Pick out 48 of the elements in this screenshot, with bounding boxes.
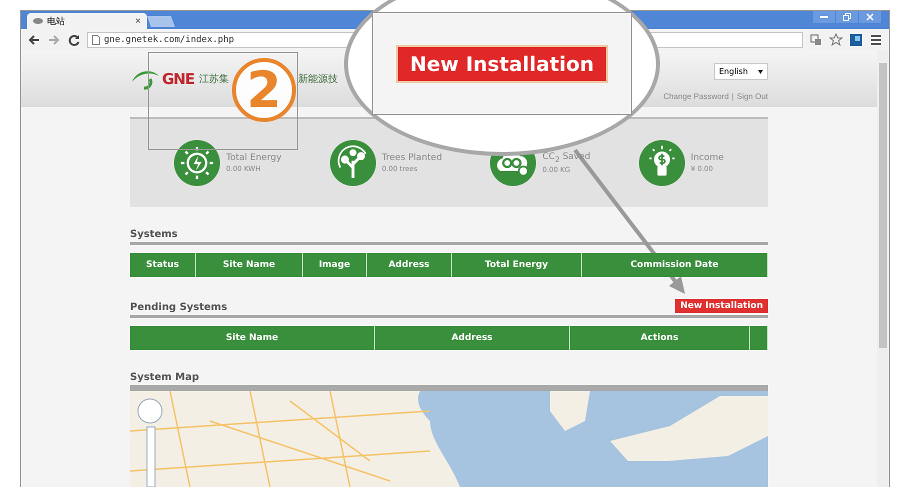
column-header: Site Name	[196, 253, 303, 277]
tree-icon	[330, 140, 376, 186]
column-header	[750, 326, 768, 350]
logo-text: GNE	[162, 70, 194, 88]
column-header: Actions	[570, 326, 750, 350]
sun-bolt-icon	[174, 140, 220, 186]
close-icon	[866, 13, 874, 21]
minimize-icon	[820, 16, 828, 18]
extension-icon[interactable]	[849, 33, 863, 47]
lightbulb-dollar-icon	[638, 140, 685, 186]
tab-title: 电站	[47, 16, 66, 28]
restore-button[interactable]	[836, 11, 858, 23]
column-header: Image	[303, 253, 367, 277]
page-icon	[92, 35, 100, 45]
reload-icon[interactable]	[67, 33, 81, 47]
close-tab-button[interactable]: ×	[135, 16, 141, 26]
column-header: Site Name	[130, 326, 375, 350]
close-window-button[interactable]	[859, 11, 881, 23]
section-title: Pending Systems	[130, 302, 228, 313]
company-name: 新能源技	[298, 72, 338, 86]
column-header: Address	[375, 326, 570, 350]
dropdown-caret-icon	[758, 70, 763, 74]
url-text: gne.gnetek.com/index.php	[104, 35, 234, 45]
scrollbar[interactable]	[877, 51, 889, 487]
browser-tab[interactable]: 电站 ×	[27, 13, 147, 29]
column-header: Commission Date	[582, 253, 768, 277]
column-header: Total Energy	[452, 253, 582, 277]
section-title: Systems	[130, 229, 178, 240]
menu-icon[interactable]	[869, 33, 883, 47]
language-select[interactable]: English	[714, 63, 768, 80]
swoosh-icon	[130, 68, 160, 90]
section-title: System Map	[130, 372, 199, 383]
stat-label: Income	[690, 153, 724, 163]
new-tab-button[interactable]	[147, 16, 175, 27]
new-installation-button[interactable]: New Installation	[675, 299, 768, 313]
column-header: Status	[130, 253, 196, 277]
link-separator: |	[732, 92, 734, 101]
forward-arrow-icon[interactable]	[47, 33, 61, 47]
stat-label: Trees Planted	[382, 153, 442, 163]
minimize-button[interactable]	[813, 11, 835, 23]
cloud-icon	[33, 18, 43, 24]
stat-label: Total Energy	[226, 153, 282, 163]
company-name: 江苏集	[199, 72, 230, 86]
back-arrow-icon[interactable]	[27, 33, 41, 47]
translate-icon[interactable]	[809, 33, 823, 47]
star-icon[interactable]	[829, 33, 843, 47]
column-header: Address	[367, 253, 452, 277]
restore-icon	[843, 13, 851, 21]
